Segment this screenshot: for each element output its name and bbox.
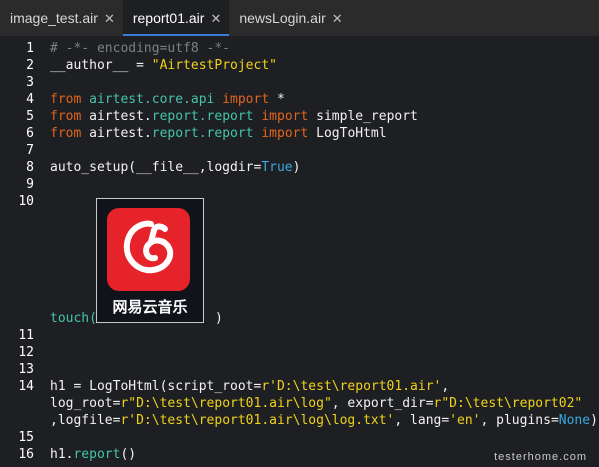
netease-music-logo-icon — [123, 220, 174, 274]
code-line: __author__ = "AirtestProject" — [50, 58, 277, 73]
line-number: 13 — [18, 362, 34, 377]
line-number-gutter: 1 2 3 4 5 6 7 8 9 10 11 12 13 14 15 16 — [0, 36, 40, 467]
code-line: h1 = LogToHtml(script_root=r'D:\test\rep… — [50, 379, 450, 394]
line-number: 2 — [26, 58, 34, 73]
tab-image-test[interactable]: image_test.air ✕ — [0, 0, 123, 36]
line-number: 15 — [18, 430, 34, 445]
line-number: 1 — [26, 41, 34, 56]
code-line: from airtest.report.report import simple… — [50, 109, 418, 124]
line-number: 5 — [26, 109, 34, 124]
line-number: 7 — [26, 143, 34, 158]
thumbnail-caption: 网易云音乐 — [112, 298, 188, 316]
code-line: auto_setup(__file__,logdir=True) — [50, 160, 301, 175]
line-number: 9 — [26, 177, 34, 192]
tab-label: newsLogin.air — [239, 10, 326, 26]
code-line: h1.report() — [50, 447, 137, 462]
line-number: 6 — [26, 126, 34, 141]
line-number: 11 — [18, 328, 34, 343]
tab-report01[interactable]: report01.air ✕ — [122, 0, 230, 36]
close-icon[interactable]: ✕ — [104, 12, 115, 25]
code-line: from airtest.report.report import LogToH… — [50, 126, 387, 141]
tab-label: image_test.air — [10, 10, 98, 26]
editor-tab-bar: image_test.air ✕ report01.air ✕ newsLogi… — [0, 0, 599, 36]
code-line: # -*- encoding=utf8 -*- — [50, 41, 231, 56]
line-number: 16 — [18, 447, 34, 462]
line-number: 10 — [18, 194, 34, 209]
code-line: log_root=r"D:\test\report01.air\log", ex… — [50, 396, 583, 411]
code-editor[interactable]: 1 2 3 4 5 6 7 8 9 10 11 12 13 14 15 16 #… — [0, 36, 599, 467]
line-number: 8 — [26, 160, 34, 175]
close-icon[interactable]: ✕ — [210, 12, 221, 25]
watermark: testerhome.com — [494, 451, 587, 463]
tab-label: report01.air — [132, 10, 205, 26]
image-template-thumbnail[interactable]: 网易云音乐 — [96, 198, 204, 323]
line-number: 14 — [18, 379, 34, 394]
line-number: 12 — [18, 345, 34, 360]
netease-music-app-icon — [107, 208, 190, 291]
line-number: 3 — [26, 75, 34, 90]
code-line: ,logfile=r'D:\test\report01.air\log\log.… — [50, 413, 598, 428]
close-icon[interactable]: ✕ — [332, 12, 343, 25]
tab-newslogin[interactable]: newsLogin.air ✕ — [229, 0, 350, 36]
code-line: from airtest.core.api import * — [50, 92, 285, 107]
line-number: 4 — [26, 92, 34, 107]
